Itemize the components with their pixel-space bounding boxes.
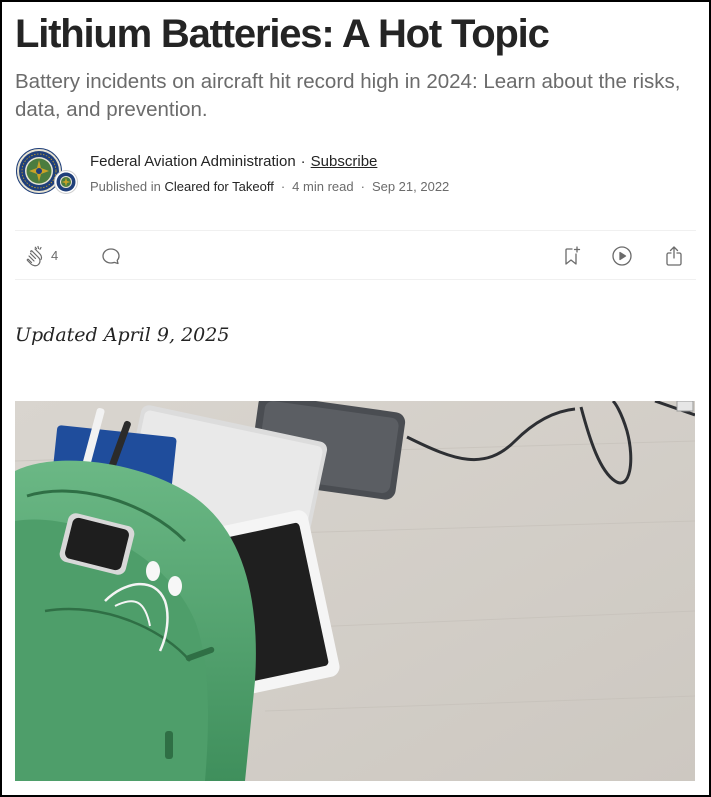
publication-avatar[interactable] [54, 170, 78, 194]
share-icon[interactable] [662, 244, 686, 268]
hero-image [15, 401, 695, 781]
author-line: Federal Aviation Administration · Subscrib… [90, 153, 377, 170]
published-in-label: Published in [90, 179, 161, 194]
play-icon[interactable] [610, 244, 634, 268]
action-bar: 4 [15, 230, 696, 280]
clap-count: 4 [51, 248, 59, 263]
updated-note: Updated April 9, 2025 [15, 324, 230, 346]
subscribe-button[interactable]: Subscribe [311, 153, 378, 170]
author-name[interactable]: Federal Aviation Administration [90, 153, 296, 170]
separator-dot: · [300, 153, 306, 170]
article-title: Lithium Batteries: A Hot Topic [15, 12, 550, 56]
article-subtitle: Battery incidents on aircraft hit record… [15, 70, 681, 121]
bookmark-add-icon[interactable] [560, 244, 584, 268]
clap-icon[interactable] [23, 244, 47, 268]
separator-dot: · [360, 179, 365, 194]
separator-dot: · [280, 179, 286, 194]
publish-date: Sep 21, 2022 [371, 179, 450, 194]
read-time: 4 min read [292, 179, 354, 194]
meta-line: Published in Cleared for Takeoff · 4 min r… [90, 179, 449, 194]
article-page: Lithium Batteries: A Hot Topic Battery i… [2, 2, 709, 795]
publication-link[interactable]: Cleared for Takeoff [164, 179, 273, 194]
comment-icon[interactable] [99, 244, 123, 268]
